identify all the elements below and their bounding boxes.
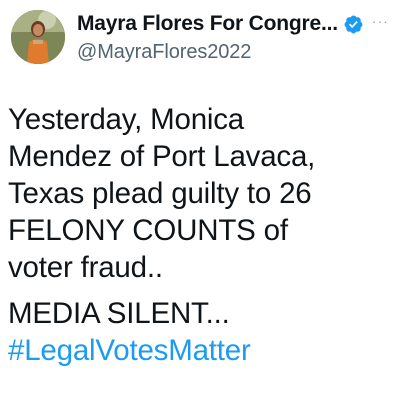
hashtag-link[interactable]: #LegalVotesMatter bbox=[8, 332, 408, 369]
tweet-paragraph: MEDIA SILENT... bbox=[8, 297, 230, 330]
tweet-card: Mayra Flores For Congre... ··· @MayraFlo… bbox=[0, 0, 414, 417]
verified-badge-icon bbox=[344, 15, 363, 33]
display-name[interactable]: Mayra Flores For Congre... bbox=[77, 12, 338, 36]
tweet-text: Yesterday, Monica Mendez of Port Lavaca,… bbox=[8, 101, 408, 369]
profile-photo bbox=[11, 10, 65, 64]
name-row: Mayra Flores For Congre... ··· bbox=[77, 10, 407, 38]
author-block: Mayra Flores For Congre... ··· @MayraFlo… bbox=[77, 10, 407, 64]
avatar[interactable] bbox=[11, 10, 65, 64]
tweet-paragraph: Yesterday, Monica Mendez of Port Lavaca,… bbox=[8, 103, 316, 284]
handle[interactable]: @MayraFlores2022 bbox=[77, 41, 407, 64]
more-options-icon[interactable]: ··· bbox=[372, 14, 389, 28]
